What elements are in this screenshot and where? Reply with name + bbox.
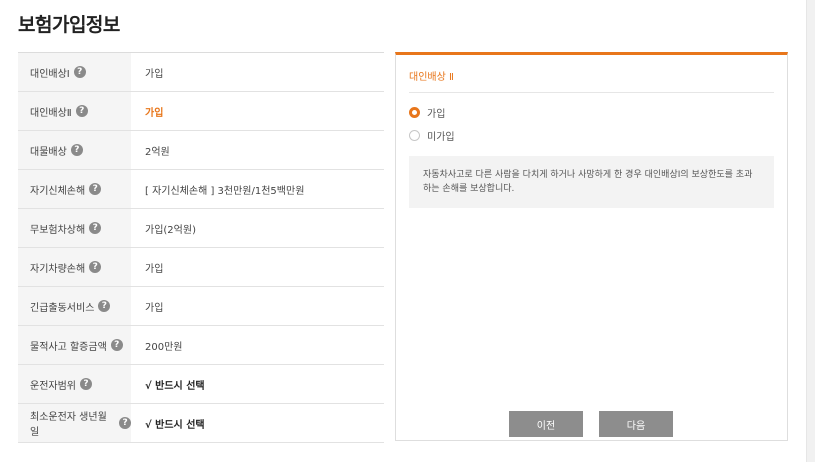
table-row[interactable]: 운전자범위? √ 반드시 선택 (18, 365, 384, 404)
row-value: √ 반드시 선택 (145, 419, 205, 431)
row-value: 200만원 (145, 341, 183, 353)
table-row[interactable]: 대인배상Ⅱ? 가입 (18, 92, 384, 131)
question-circle-icon[interactable]: ? (89, 183, 102, 195)
row-value: 가입 (145, 302, 164, 314)
question-circle-icon[interactable]: ? (89, 261, 102, 273)
row-label: 긴급출동서비스? (18, 287, 131, 325)
panel-title: 대인배상 Ⅱ (409, 72, 454, 83)
row-value: 2억원 (145, 146, 170, 158)
row-label: 운전자범위? (18, 365, 131, 403)
table-row[interactable]: 최소운전자 생년월일? √ 반드시 선택 (18, 404, 384, 443)
table-row[interactable]: 자기차량손해? 가입 (18, 248, 384, 287)
row-label: 물적사고 할증금액? (18, 326, 131, 364)
row-label: 자기신체손해? (18, 170, 131, 208)
row-value: 가입 (145, 263, 164, 275)
question-circle-icon[interactable]: ? (70, 144, 83, 156)
table-row[interactable]: 무보험차상해? 가입(2억원) (18, 209, 384, 248)
radio-selected-icon[interactable] (409, 107, 420, 118)
coverage-detail-panel: 대인배상 Ⅱ 가입 미가입 자동차사고로 다른 사람을 다치게 하거나 사망하게… (395, 52, 788, 441)
coverage-description: 자동차사고로 다른 사람을 다치게 하거나 사망하게 한 경우 대인배상Ⅰ의 보… (409, 156, 774, 208)
table-row[interactable]: 자기신체손해? [ 자기신체손해 ] 3천만원/1천5백만원 (18, 170, 384, 209)
row-label: 무보험차상해? (18, 209, 131, 247)
row-value: 가입 (145, 68, 164, 80)
row-value: 가입(2억원) (145, 224, 196, 236)
table-row[interactable]: 긴급출동서비스? 가입 (18, 287, 384, 326)
table-row[interactable]: 물적사고 할증금액? 200만원 (18, 326, 384, 365)
question-circle-icon[interactable]: ? (119, 417, 131, 429)
row-label: 최소운전자 생년월일? (18, 404, 131, 442)
question-circle-icon[interactable]: ? (98, 300, 111, 312)
radio-option-join[interactable]: 가입 (409, 105, 445, 120)
radio-label: 가입 (427, 109, 446, 120)
next-button[interactable]: 다음 (599, 411, 673, 437)
row-value: √ 반드시 선택 (145, 380, 205, 392)
table-row[interactable]: 대인배상Ⅰ? 가입 (18, 53, 384, 92)
row-label: 대물배상? (18, 131, 131, 169)
divider (409, 92, 774, 93)
row-label: 자기차량손해? (18, 248, 131, 286)
question-circle-icon[interactable]: ? (73, 66, 86, 78)
page-title: 보험가입정보 (18, 14, 120, 36)
prev-button[interactable]: 이전 (509, 411, 583, 437)
question-circle-icon[interactable]: ? (110, 339, 123, 351)
radio-label: 미가입 (427, 132, 455, 143)
row-label: 대인배상Ⅰ? (18, 53, 131, 91)
radio-unselected-icon[interactable] (409, 130, 420, 141)
row-value: [ 자기신체손해 ] 3천만원/1천5백만원 (145, 185, 305, 197)
scrollbar[interactable] (806, 0, 815, 462)
row-label: 대인배상Ⅱ? (18, 92, 131, 130)
question-circle-icon[interactable]: ? (89, 222, 102, 234)
insurance-info-table: 대인배상Ⅰ? 가입 대인배상Ⅱ? 가입 대물배상? 2억원 자기신체손해? [ … (18, 52, 384, 443)
question-circle-icon[interactable]: ? (80, 378, 92, 390)
table-row[interactable]: 대물배상? 2억원 (18, 131, 384, 170)
row-value: 가입 (145, 107, 164, 119)
radio-option-not-join[interactable]: 미가입 (409, 128, 455, 143)
question-circle-icon[interactable]: ? (75, 105, 88, 117)
